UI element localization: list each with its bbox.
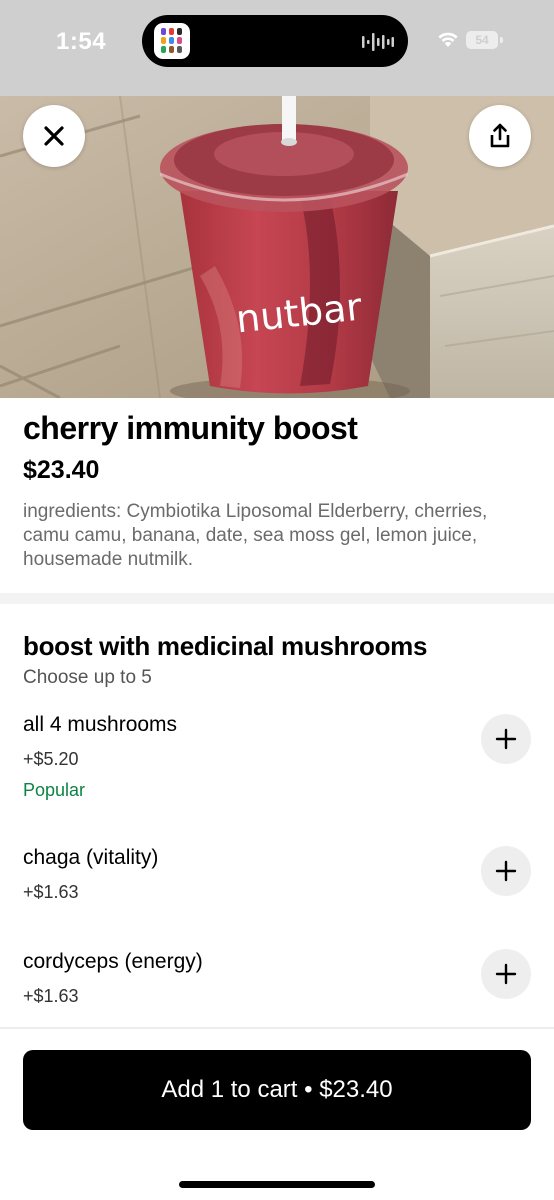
add-option-button[interactable] (481, 949, 531, 999)
wifi-icon (438, 32, 458, 47)
add-option-button[interactable] (481, 714, 531, 764)
option-price: +$1.63 (23, 986, 79, 1006)
option-name: cordyceps (energy) (23, 950, 203, 973)
status-time: 1:54 (56, 28, 107, 55)
option-name: all 4 mushrooms (23, 713, 178, 736)
battery-nub (500, 37, 503, 43)
audio-wave-icon (362, 33, 394, 51)
section-divider (0, 593, 554, 604)
battery-icon: 54 (466, 31, 498, 49)
close-button[interactable] (23, 105, 85, 167)
share-button[interactable] (469, 105, 531, 167)
status-bar: 1:54 54 (0, 0, 554, 96)
option-price: +$5.20 (23, 749, 79, 769)
add-to-cart-button[interactable]: Add 1 to cart • $23.40 (23, 1050, 531, 1130)
add-option-button[interactable] (481, 846, 531, 896)
popular-badge: Popular (23, 780, 86, 800)
options-section-subtitle: Choose up to 5 (23, 667, 152, 688)
app-grid-icon (154, 23, 190, 59)
dynamic-island[interactable] (142, 15, 408, 67)
plus-icon (495, 963, 517, 985)
product-title: cherry immunity boost (23, 410, 358, 446)
option-price: +$1.63 (23, 882, 79, 902)
plus-icon (495, 860, 517, 882)
share-icon (490, 123, 510, 148)
plus-icon (495, 728, 517, 750)
close-icon (44, 126, 64, 146)
product-description: ingredients: Cymbiotika Liposomal Elderb… (23, 501, 488, 570)
footer-divider (0, 1027, 554, 1029)
home-indicator[interactable] (179, 1181, 375, 1188)
option-name: chaga (vitality) (23, 846, 159, 869)
options-section-title: boost with medicinal mushrooms (23, 631, 428, 661)
product-price: $23.40 (23, 456, 100, 484)
